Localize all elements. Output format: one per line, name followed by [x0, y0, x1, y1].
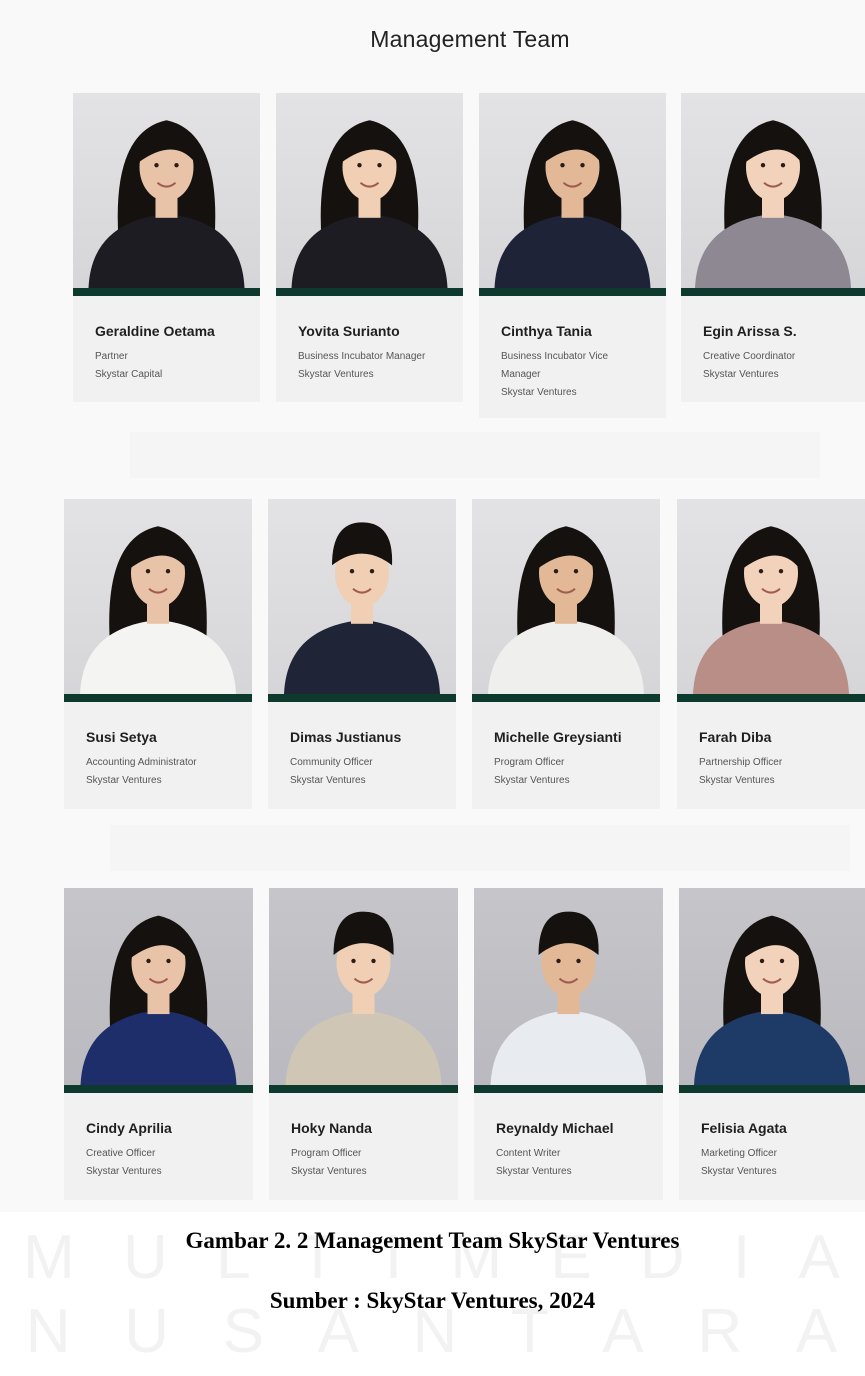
management-team-panel: Management Team Geraldine Oetama Partner S… [0, 0, 865, 1212]
figure-source: Sumber : SkyStar Ventures, 2024 [269, 1288, 596, 1313]
accent-bar [681, 288, 865, 296]
accent-bar [276, 288, 463, 296]
member-role-line: Skystar Ventures [86, 775, 162, 786]
accent-bar [474, 1085, 663, 1093]
member-role: Creative Officer Skystar Ventures [86, 1145, 236, 1181]
member-role-line: Skystar Ventures [501, 387, 577, 398]
member-name: Egin Arissa S. [703, 323, 797, 339]
member-role-line: Skystar Ventures [494, 775, 570, 786]
member-role: Program Officer Skystar Ventures [494, 754, 644, 790]
member-photo [677, 499, 865, 694]
member-role: Business Incubator Vice Manager Skystar Ve… [501, 348, 651, 402]
member-role: Community Officer Skystar Ventures [290, 754, 440, 790]
member-photo [679, 888, 865, 1085]
member-name: Felisia Agata [701, 1120, 787, 1136]
section-title: Management Team [370, 26, 570, 52]
member-role-line: Program Officer [494, 757, 565, 768]
member-name: Susi Setya [86, 729, 157, 745]
member-name: Geraldine Oetama [95, 323, 215, 339]
member-role-line: Community Officer [290, 757, 373, 768]
background-band [130, 432, 820, 478]
team-member-card: Hoky Nanda Program Officer Skystar Venture… [269, 888, 458, 1200]
member-photo [479, 93, 666, 288]
member-role-line: Manager [501, 369, 541, 380]
member-role-line: Skystar Capital [95, 369, 163, 380]
member-role-line: Skystar Ventures [703, 369, 779, 380]
accent-bar [479, 288, 666, 296]
member-photo [64, 499, 252, 694]
member-photo [268, 499, 456, 694]
member-name: Reynaldy Michael [496, 1120, 614, 1136]
member-role-line: Partnership Officer [699, 757, 783, 768]
member-photo [276, 93, 463, 288]
member-role-line: Marketing Officer [701, 1148, 777, 1159]
member-role: Business Incubator Manager Skystar Ventur… [298, 348, 448, 384]
member-name: Yovita Surianto [298, 323, 400, 339]
accent-bar [677, 694, 865, 702]
member-role-line: Skystar Ventures [86, 1166, 162, 1177]
member-role-line: Accounting Administrator [86, 757, 197, 768]
member-photo [269, 888, 458, 1085]
accent-bar [64, 694, 252, 702]
team-member-card: Cinthya Tania Business Incubator Vice Mana… [479, 93, 666, 418]
member-photo [472, 499, 660, 694]
member-role-line: Skystar Ventures [298, 369, 374, 380]
accent-bar [269, 1085, 458, 1093]
accent-bar [679, 1085, 865, 1093]
team-member-card: Dimas Justianus Community Officer Skystar … [268, 499, 456, 809]
member-role: Accounting Administrator Skystar Ventures [86, 754, 236, 790]
accent-bar [73, 288, 260, 296]
member-role-line: Business Incubator Manager [298, 351, 426, 362]
member-role-line: Business Incubator Vice [501, 351, 609, 362]
member-name: Hoky Nanda [291, 1120, 372, 1136]
team-member-card: Farah Diba Partnership Officer Skystar Ven… [677, 499, 865, 809]
team-member-card: Egin Arissa S. Creative Coordinator Skysta… [681, 93, 865, 402]
member-role-line: Program Officer [291, 1148, 362, 1159]
member-role-line: Skystar Ventures [290, 775, 366, 786]
member-role-line: Skystar Ventures [496, 1166, 572, 1177]
member-role-line: Skystar Ventures [701, 1166, 777, 1177]
figure-caption: Gambar 2. 2 Management Team SkyStar Vent… [185, 1228, 680, 1253]
team-member-card: Reynaldy Michael Content Writer Skystar Ve… [474, 888, 663, 1200]
team-member-card: Geraldine Oetama Partner Skystar Capital [73, 93, 260, 402]
team-member-card: Cindy Aprilia Creative Officer Skystar Ven… [64, 888, 253, 1200]
member-photo [681, 93, 865, 288]
member-role-line: Content Writer [496, 1148, 561, 1159]
accent-bar [472, 694, 660, 702]
member-role: Program Officer Skystar Ventures [291, 1145, 441, 1181]
team-member-card: Susi Setya Accounting Administrator Skysta… [64, 499, 252, 809]
member-name: Cinthya Tania [501, 323, 592, 339]
member-name: Dimas Justianus [290, 729, 402, 745]
accent-bar [268, 694, 456, 702]
member-photo [64, 888, 253, 1085]
member-role-line: Creative Officer [86, 1148, 156, 1159]
member-role: Partner Skystar Capital [95, 348, 245, 384]
member-photo [73, 93, 260, 288]
member-name: Michelle Greysianti [494, 729, 622, 745]
member-photo [474, 888, 663, 1085]
member-role: Creative Coordinator Skystar Ventures [703, 348, 853, 384]
member-role-line: Skystar Ventures [699, 775, 775, 786]
member-role: Partnership Officer Skystar Ventures [699, 754, 849, 790]
team-member-card: Yovita Surianto Business Incubator Manage… [276, 93, 463, 402]
team-member-card: Felisia Agata Marketing Officer Skystar Ve… [679, 888, 865, 1200]
member-name: Cindy Aprilia [86, 1120, 172, 1136]
member-name: Farah Diba [699, 729, 772, 745]
background-band [110, 825, 850, 871]
member-role-line: Creative Coordinator [703, 351, 796, 362]
member-role: Marketing Officer Skystar Ventures [701, 1145, 851, 1181]
member-role-line: Partner [95, 351, 128, 362]
member-role-line: Skystar Ventures [291, 1166, 367, 1177]
team-member-card: Michelle Greysianti Program Officer Skysta… [472, 499, 660, 809]
member-role: Content Writer Skystar Ventures [496, 1145, 646, 1181]
accent-bar [64, 1085, 253, 1093]
